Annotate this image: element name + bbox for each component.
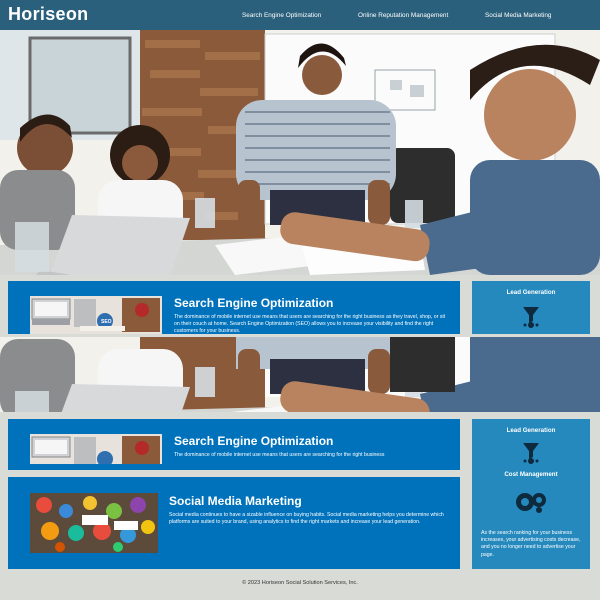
seo-title-repeat: Search Engine Optimization [174,434,334,448]
seo-title: Search Engine Optimization [174,296,334,310]
nav-link-social[interactable]: Social Media Marketing [485,12,551,19]
nav-link-seo[interactable]: Search Engine Optimization [242,12,321,19]
social-media-image [30,493,158,553]
nav-link-reputation[interactable]: Online Reputation Management [358,12,448,19]
cost-management-title: Cost Management [504,471,558,478]
lead-generation-title: Lead Generation [506,289,556,296]
social-media-text: Social media continues to have a sizable… [169,512,444,526]
site-footer: © 2023 Horiseon Social Solution Services… [242,580,358,586]
seo-card: SEO Search Engine Optimization The domin… [8,281,460,334]
lead-generation-title-repeat: Lead Generation [506,427,556,434]
site-header: Horiseon Search Engine Optimization Onli… [0,0,600,30]
social-media-title: Social Media Marketing [169,494,302,508]
seo-text: The dominance of mobile internet use mea… [174,314,446,335]
hero-image [0,30,600,275]
main-nav: Search Engine Optimization Online Reputa… [0,12,600,24]
seo-image: SEO [30,296,162,334]
lead-generation-icon [521,305,541,334]
cost-management-icon [514,490,548,519]
seo-text-repeat: The dominance of mobile internet use mea… [174,452,385,458]
cost-management-text: As the search ranking for your business … [481,530,581,558]
lead-generation-panel: Lead Generation [472,281,590,334]
hero-image-repeat [0,337,600,412]
svg-text:SEO: SEO [101,319,112,325]
benefits-panel: Lead Generation Cost Management As the s… [472,419,590,569]
seo-card-repeat: Search Engine Optimization The dominance… [8,419,460,470]
social-media-card: Social Media Marketing Social media cont… [8,477,460,569]
seo-image-repeat [30,434,162,464]
lead-generation-icon-repeat [521,441,541,470]
